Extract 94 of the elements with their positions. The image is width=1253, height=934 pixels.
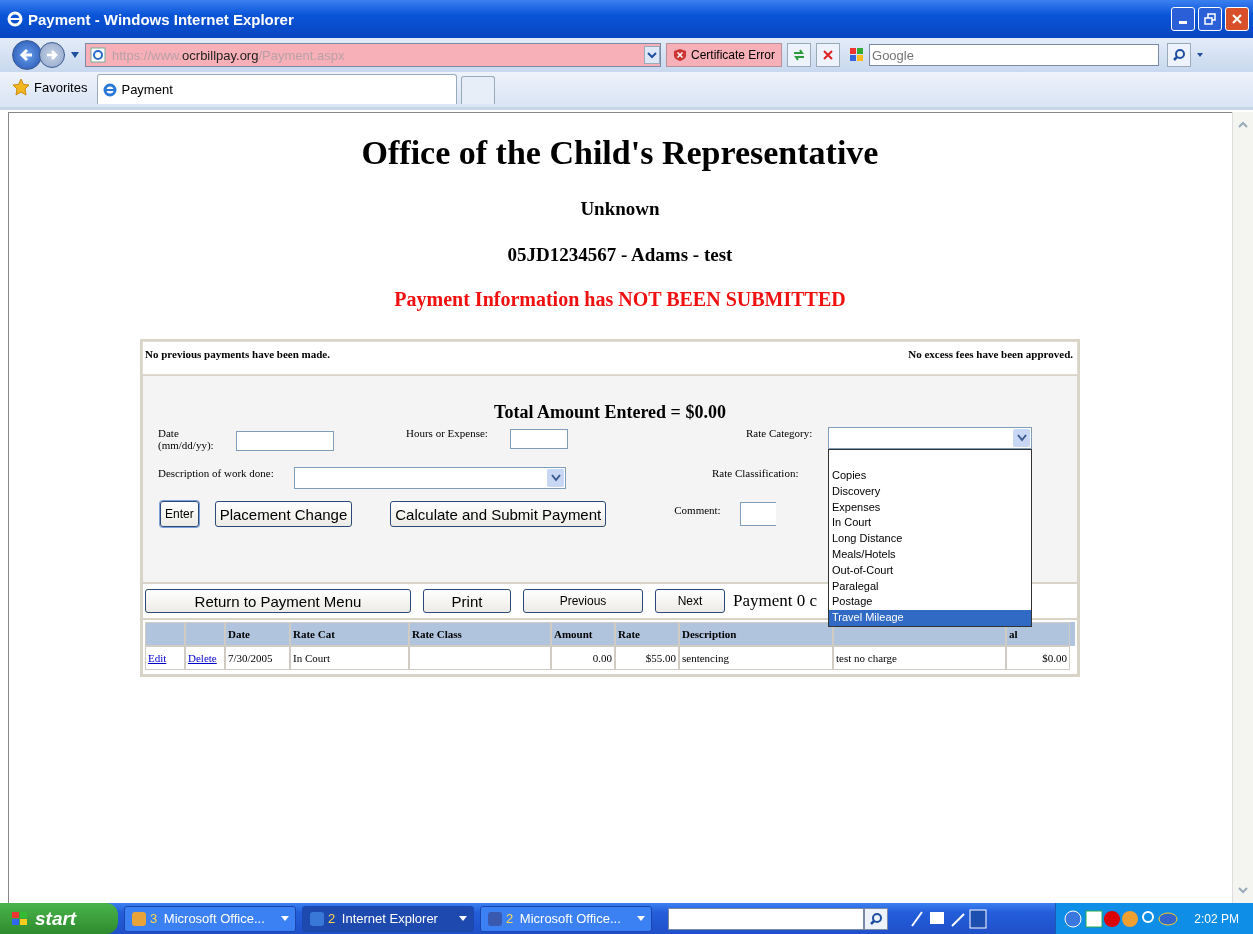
table-cell: 0.00 xyxy=(551,646,615,670)
caret-icon xyxy=(459,916,467,921)
app-icon xyxy=(131,910,147,927)
placement-change-button[interactable]: Placement Change xyxy=(214,501,353,527)
app-icon xyxy=(487,910,503,927)
dropdown-option[interactable]: Postage xyxy=(829,594,1031,611)
browser-tab[interactable]: Payment xyxy=(97,74,458,104)
stop-icon xyxy=(821,48,836,62)
taskbar-button[interactable]: 2 Microsoft Office... xyxy=(480,905,652,932)
dropdown-option[interactable]: Expenses xyxy=(829,499,1031,516)
submission-status: Payment Information has NOT BEEN SUBMITTED xyxy=(394,288,846,311)
certificate-error-button[interactable]: Certificate Error xyxy=(666,43,783,67)
dropdown-option[interactable]: Travel Mileage xyxy=(829,610,1031,626)
table-cell: $0.00 xyxy=(1006,646,1070,670)
field-label: Comment: xyxy=(674,504,721,516)
search-icon xyxy=(869,911,883,926)
subheading: Unknown xyxy=(580,198,660,220)
search-icon xyxy=(1172,48,1187,62)
table-cell: sentencing xyxy=(679,646,833,670)
column-header: Rate Class xyxy=(409,622,551,646)
dropdown-option[interactable]: In Court xyxy=(829,515,1031,532)
dropdown-arrow-icon[interactable] xyxy=(70,51,80,59)
search-button[interactable] xyxy=(864,907,888,930)
submit-payment-button[interactable]: Calculate and Submit Payment xyxy=(390,501,607,527)
chevron-down-icon xyxy=(1016,434,1027,442)
comment-input[interactable] xyxy=(739,502,776,526)
description-select[interactable] xyxy=(294,467,566,489)
quick-launch-icons-drawing[interactable] xyxy=(908,907,988,930)
print-button[interactable]: Print xyxy=(423,589,511,613)
taskbar-button[interactable]: 2 Internet Explorer xyxy=(302,905,474,932)
rate-category-select[interactable] xyxy=(828,427,1032,449)
app-icon xyxy=(309,910,325,927)
window-title: Payment - Windows Internet Explorer xyxy=(28,10,295,28)
caret-icon xyxy=(637,916,645,921)
total-amount: Total Amount Entered = $0.00 xyxy=(493,402,727,423)
restore-button[interactable] xyxy=(1198,7,1222,31)
field-label: Date (mm/dd/yy): xyxy=(158,427,215,451)
forward-button[interactable] xyxy=(39,42,65,68)
browser-logo-icon xyxy=(6,10,24,28)
page-icon xyxy=(90,47,106,63)
search-button[interactable] xyxy=(1167,43,1192,67)
table-cell: $55.00 xyxy=(615,646,679,670)
favorites-button[interactable]: Favorites xyxy=(12,78,88,104)
return-button[interactable]: Return to Payment Menu xyxy=(145,589,411,613)
payments-notice: No previous payments have been made. xyxy=(145,348,330,360)
column-header: Amount xyxy=(551,622,615,646)
dropdown-option[interactable]: Paralegal xyxy=(829,578,1031,595)
taskbar-search-field[interactable] xyxy=(668,907,864,930)
hours-input[interactable] xyxy=(510,429,568,449)
caret-icon xyxy=(281,916,289,921)
enter-button[interactable]: Enter xyxy=(160,501,199,527)
close-icon xyxy=(1231,13,1243,25)
dropdown-arrow-icon[interactable] xyxy=(1196,52,1205,58)
page-heading: Office of the Child's Representative xyxy=(361,134,879,172)
search-provider-icon xyxy=(849,47,866,63)
field-label: Rate Classification: xyxy=(712,467,799,479)
back-button[interactable] xyxy=(12,40,42,70)
payment-counter: Payment 0 c xyxy=(733,591,818,611)
field-label: Rate Category: xyxy=(746,427,814,439)
table-cell: 7/30/2005 xyxy=(225,646,290,670)
table-cell: In Court xyxy=(290,646,409,670)
dropdown-option[interactable]: Out-of-Court xyxy=(829,562,1031,579)
minimize-button[interactable] xyxy=(1171,7,1195,31)
minimize-icon xyxy=(1179,21,1187,24)
dropdown-option[interactable]: Copies xyxy=(829,468,1031,484)
column-header: al xyxy=(1006,622,1070,646)
table-cell: test no charge xyxy=(833,646,1006,670)
column-header: Date xyxy=(225,622,290,646)
star-icon xyxy=(12,78,30,96)
page-icon xyxy=(102,81,119,98)
windows-flag-icon xyxy=(10,909,30,928)
column-header: Rate xyxy=(615,622,679,646)
dropdown-option[interactable]: Discovery xyxy=(829,483,1031,500)
column-header: Rate Cat xyxy=(290,622,409,646)
column-header: Description xyxy=(679,622,833,646)
dropdown-option[interactable]: Long Distance xyxy=(829,531,1031,547)
fees-notice: No excess fees have been approved. xyxy=(908,348,1073,360)
next-button[interactable]: Next xyxy=(655,589,725,613)
taskbar-button[interactable]: 3 Microsoft Office... xyxy=(124,905,296,932)
field-label: Description of work done: xyxy=(158,467,275,479)
previous-button[interactable]: Previous xyxy=(523,589,643,613)
stop-button[interactable] xyxy=(816,43,841,67)
dropdown-option[interactable]: Meals/Hotels xyxy=(829,547,1031,563)
shield-error-icon xyxy=(673,48,687,62)
date-input[interactable] xyxy=(236,431,334,451)
address-bar[interactable]: https://www.ocrbillpay.org/Payment.aspx xyxy=(85,43,661,67)
close-button[interactable] xyxy=(1225,7,1249,31)
clock: 2:02 PM xyxy=(1194,911,1239,926)
restore-icon xyxy=(1204,13,1216,25)
refresh-button[interactable] xyxy=(787,43,812,67)
field-label: Hours or Expense: xyxy=(406,427,489,439)
chevron-down-icon xyxy=(550,474,561,482)
search-field[interactable]: Google xyxy=(869,44,1160,66)
case-title: 05JD1234567 - Adams - test xyxy=(507,244,733,266)
